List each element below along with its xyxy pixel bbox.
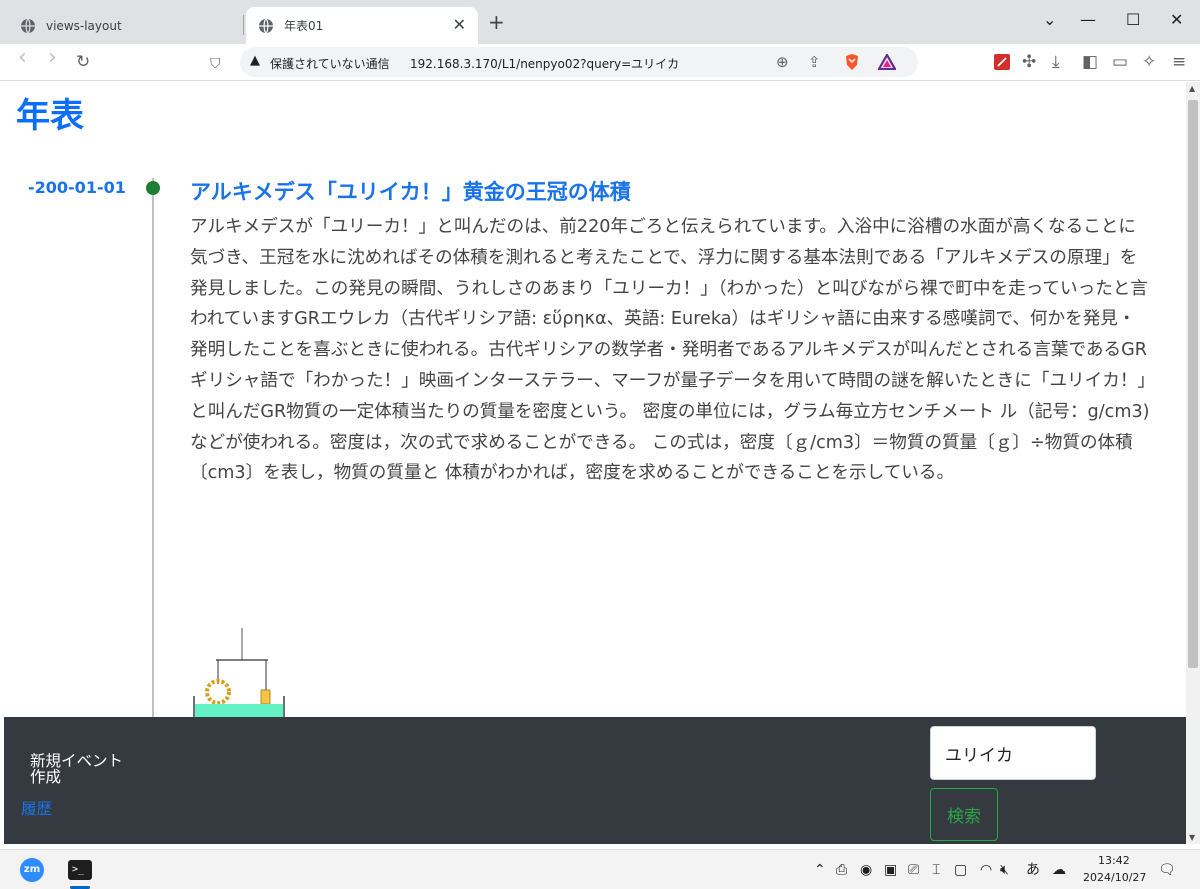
- vpn-tray-icon[interactable]: ▣: [884, 860, 897, 880]
- brave-rewards-icon[interactable]: [878, 54, 896, 70]
- notification-icon[interactable]: 🗨︎: [1158, 860, 1176, 880]
- sidebar-icon[interactable]: ◧: [1082, 52, 1098, 72]
- pdf-extension-icon[interactable]: [994, 54, 1010, 70]
- extensions-icon[interactable]: ✣: [1022, 52, 1036, 72]
- ime-icon[interactable]: あ: [1026, 860, 1040, 880]
- onedrive-icon[interactable]: ☁: [1052, 860, 1066, 880]
- share-icon[interactable]: ⇪: [808, 53, 821, 71]
- chrome-tray-icon[interactable]: ◉: [860, 860, 872, 880]
- windows-taskbar: zm >_ ⌃ ⎙ ◉ ▣ ⎚ ⌶ ▢ ◠ 🔇︎ あ ☁ 13:42 2024/…: [0, 849, 1200, 889]
- address-bar[interactable]: ▲ 保護されていない通信 192.168.3.170/L1/nenpyo02?q…: [240, 47, 918, 77]
- back-button[interactable]: ‹: [18, 47, 27, 69]
- new-tab-button[interactable]: +: [488, 12, 505, 32]
- chevron-up-icon[interactable]: ⌃: [814, 860, 826, 880]
- scroll-thumb[interactable]: [1188, 100, 1198, 668]
- timeline-dot: [146, 181, 160, 195]
- history-link[interactable]: 履歴: [21, 797, 52, 819]
- terminal-app-icon[interactable]: >_: [68, 860, 92, 880]
- printer-tray-icon[interactable]: ⎚: [908, 860, 919, 880]
- zoom-icon[interactable]: ⊕: [776, 53, 789, 71]
- zoom-app-icon[interactable]: zm: [20, 858, 44, 882]
- timeline-line: [152, 178, 154, 738]
- close-tab-icon[interactable]: ✕: [453, 16, 466, 34]
- globe-icon: [21, 18, 35, 33]
- close-window-button[interactable]: ✕: [1170, 10, 1183, 30]
- new-event-link[interactable]: 新規イベント作成: [30, 753, 134, 785]
- event-title[interactable]: アルキメデス「ユリイカ！」黄金の王冠の体積: [190, 176, 631, 206]
- security-status[interactable]: 保護されていない通信: [270, 55, 390, 72]
- tab-title: 年表01: [284, 19, 324, 33]
- tab-title: views-layout: [46, 18, 122, 33]
- search-button[interactable]: 検索: [930, 788, 998, 841]
- scroll-down-arrow-icon[interactable]: ▼: [1189, 833, 1195, 842]
- wallet-icon[interactable]: ▭: [1112, 52, 1128, 72]
- clock-date[interactable]: 2024/10/27: [1083, 871, 1146, 884]
- tab-nenpyo[interactable]: 年表01 ✕: [246, 7, 478, 44]
- tab-views-layout[interactable]: views-layout: [8, 7, 240, 44]
- browser-tab-strip: views-layout 年表01 ✕ + ⌄ — ☐ ✕: [0, 0, 1200, 44]
- clock-time[interactable]: 13:42: [1098, 854, 1130, 867]
- warning-icon[interactable]: ▲: [250, 53, 260, 68]
- search-input[interactable]: [930, 726, 1096, 780]
- tray-app-icon[interactable]: ⎙: [836, 860, 847, 880]
- scroll-up-arrow-icon[interactable]: ▲: [1189, 84, 1195, 93]
- archimedes-scale-illustration: [193, 628, 285, 718]
- globe-icon: [259, 18, 273, 33]
- message-tray-icon[interactable]: ▢: [954, 860, 967, 880]
- event-date: -200-01-01: [28, 178, 126, 197]
- url-text[interactable]: 192.168.3.170/L1/nenpyo02?query=ユリイカ: [410, 55, 679, 72]
- usb-tray-icon[interactable]: ⌶: [932, 860, 940, 880]
- leo-ai-icon[interactable]: ✧: [1142, 52, 1156, 72]
- page-scrollbar[interactable]: ▲ ▼: [1186, 82, 1200, 844]
- maximize-button[interactable]: ☐: [1126, 10, 1140, 30]
- event-body: アルキメデスが「ユリーカ！」と叫んだのは、前220年ごろと伝えられています。入浴…: [190, 217, 1150, 484]
- speaker-muted-icon[interactable]: 🔇︎: [1000, 860, 1009, 880]
- brave-shield-icon[interactable]: [844, 53, 860, 71]
- browser-toolbar: ‹ › ↻ ⛉ ▲ 保護されていない通信 192.168.3.170/L1/ne…: [0, 44, 1200, 81]
- page-content: 年表 -200-01-01 アルキメデス「ユリイカ！」黄金の王冠の体積 アルキメ…: [4, 82, 1186, 844]
- bottom-navbar: 新規イベント作成 履歴 検索: [4, 717, 1186, 844]
- page-title: 年表: [16, 96, 84, 136]
- minimize-button[interactable]: —: [1080, 10, 1096, 30]
- tab-search-chevron-icon[interactable]: ⌄: [1043, 10, 1056, 30]
- wifi-icon[interactable]: ◠: [980, 860, 992, 880]
- bookmark-icon[interactable]: ⛉: [210, 54, 221, 74]
- menu-icon[interactable]: ≡: [1172, 52, 1186, 72]
- forward-button[interactable]: ›: [48, 47, 57, 69]
- reload-button[interactable]: ↻: [76, 52, 90, 72]
- download-icon[interactable]: ⤓: [1052, 52, 1060, 72]
- tab-divider: [243, 15, 244, 35]
